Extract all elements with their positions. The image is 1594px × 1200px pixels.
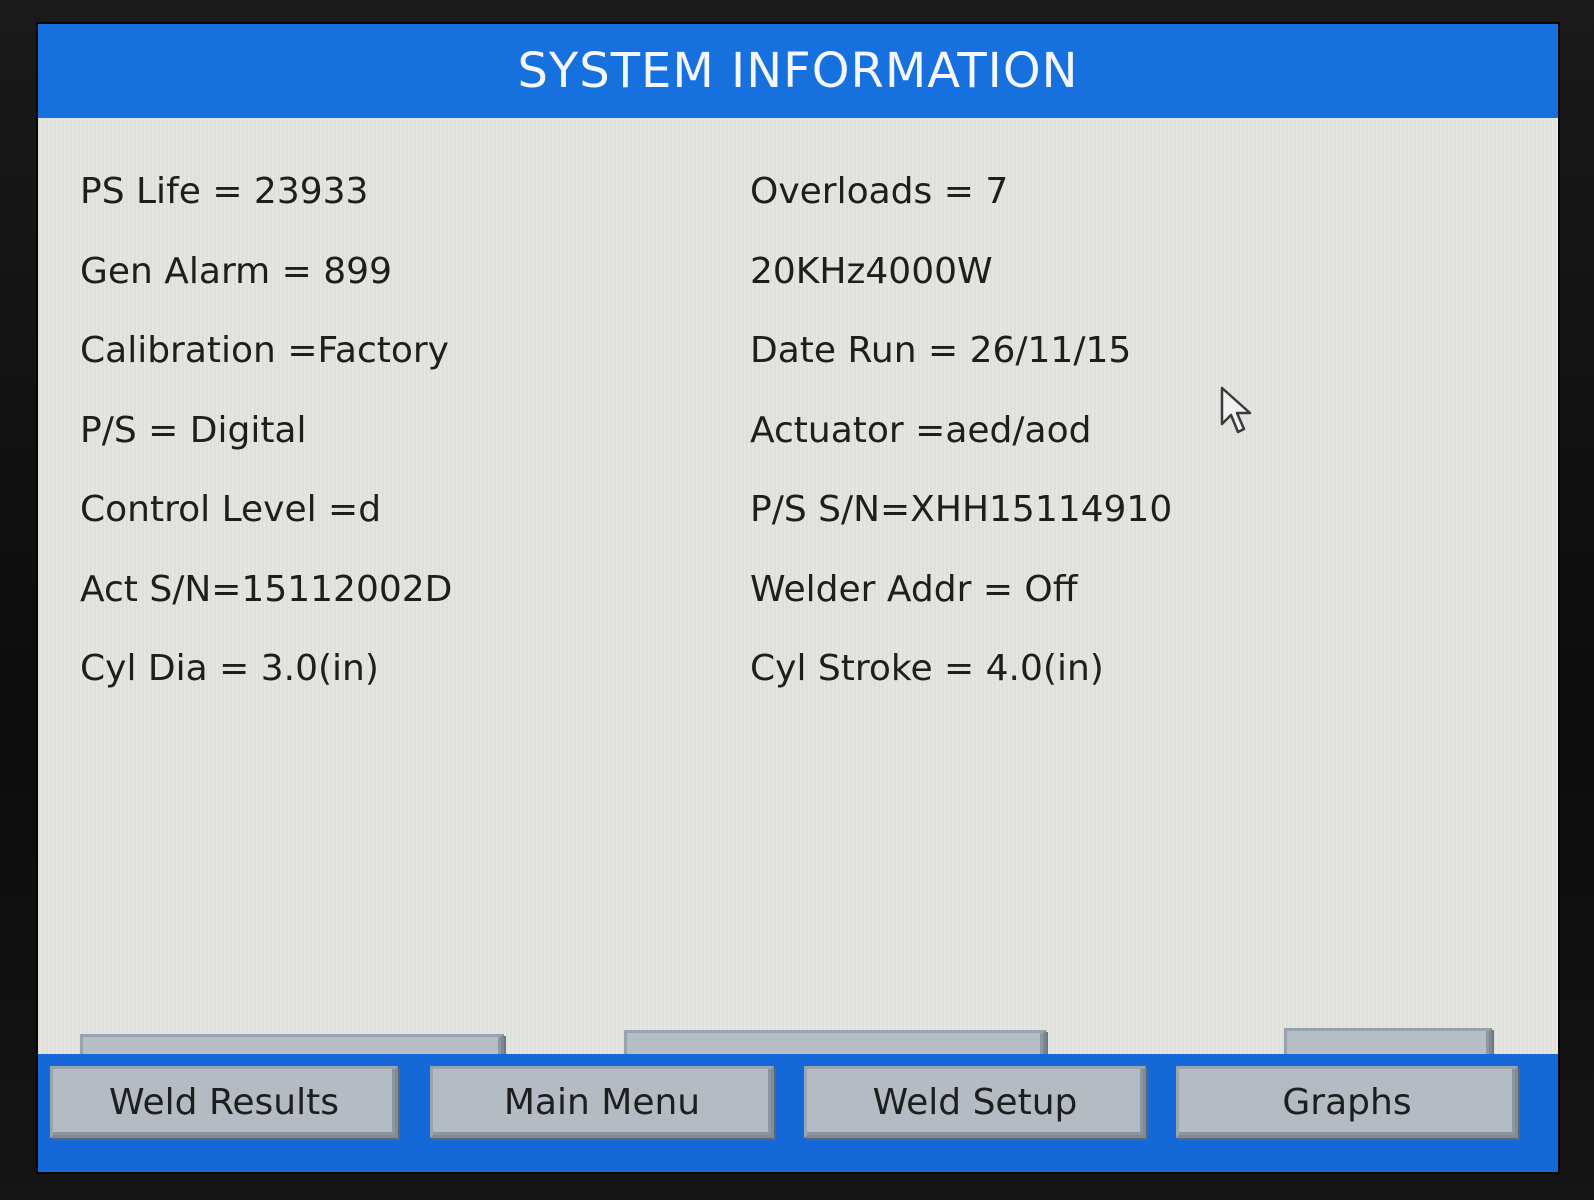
gen-alarm-value: Gen Alarm = 899 [80, 250, 392, 292]
page-title: SYSTEM INFORMATION [517, 43, 1079, 99]
main-menu-button[interactable]: Main Menu [430, 1066, 774, 1138]
weld-results-button[interactable]: Weld Results [50, 1066, 398, 1138]
cylinder-stroke-value: Cyl Stroke = 4.0(in) [750, 648, 1104, 689]
title-bar: SYSTEM INFORMATION [38, 24, 1558, 118]
weld-setup-button[interactable]: Weld Setup [804, 1066, 1146, 1138]
system-info-panel: PS Life = 23933 Gen Alarm = 899 Calibrat… [38, 118, 1558, 1124]
cylinder-diameter-value: Cyl Dia = 3.0(in) [80, 648, 379, 689]
ps-type-value: P/S = Digital [80, 409, 307, 451]
actuator-serial-value: Act S/N=15112002D [80, 568, 453, 610]
calibration-value: Calibration =Factory [80, 330, 449, 371]
touch-screen: SYSTEM INFORMATION PS Life = 23933 Gen A… [38, 24, 1558, 1172]
control-level-value: Control Level =d [80, 489, 382, 530]
frequency-power-value: 20KHz4000W [750, 250, 993, 292]
actuator-type-value: Actuator =aed/aod [750, 409, 1092, 451]
bottom-nav-bar: Weld Results Main Menu Weld Setup Graphs [38, 1054, 1558, 1172]
info-column-right: Overloads = 7 20KHz4000W Date Run = 26/1… [750, 170, 1172, 727]
date-run-value: Date Run = 26/11/15 [750, 330, 1132, 371]
welder-address-value: Welder Addr = Off [750, 568, 1078, 610]
info-column-left: PS Life = 23933 Gen Alarm = 899 Calibrat… [80, 170, 452, 727]
graphs-button[interactable]: Graphs [1176, 1066, 1518, 1138]
mouse-pointer-icon [1220, 386, 1252, 434]
ps-life-value: PS Life = 23933 [80, 171, 369, 212]
overloads-value: Overloads = 7 [750, 171, 1009, 212]
ps-serial-value: P/S S/N=XHH15114910 [750, 489, 1173, 530]
